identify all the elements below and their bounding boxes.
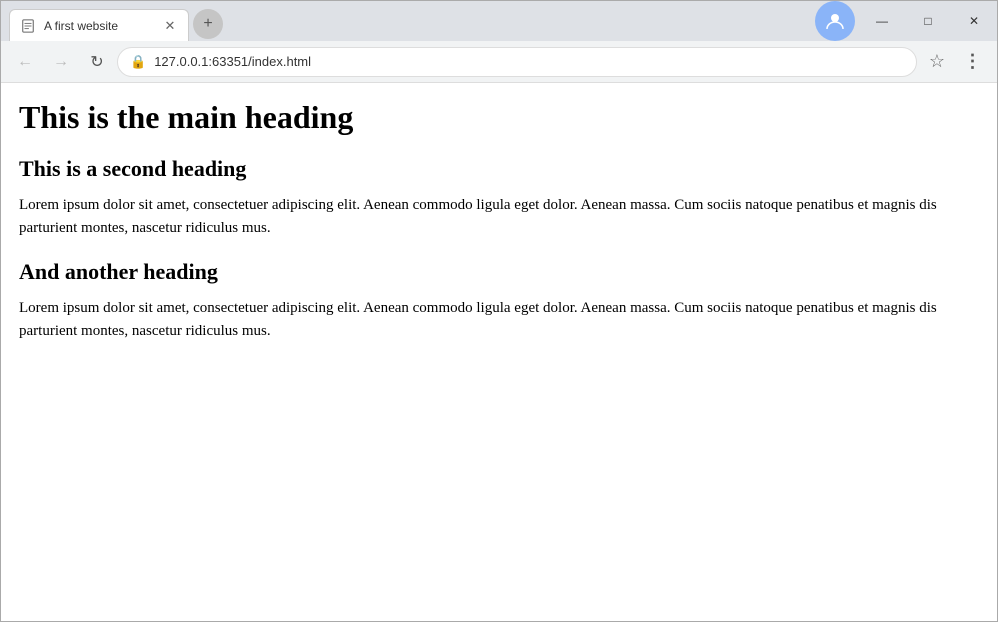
url-text: 127.0.0.1:63351/index.html (154, 54, 904, 69)
new-tab-button[interactable]: + (193, 9, 223, 39)
second-heading: This is a second heading (19, 156, 979, 182)
first-paragraph: Lorem ipsum dolor sit amet, consectetuer… (19, 194, 979, 239)
reload-button[interactable]: ↻ (81, 46, 113, 78)
back-button[interactable]: ← (9, 46, 41, 78)
tab-page-icon (20, 18, 36, 34)
second-paragraph: Lorem ipsum dolor sit amet, consectetuer… (19, 297, 979, 342)
new-tab-icon: + (203, 15, 212, 33)
menu-button[interactable]: ⋮ (957, 46, 989, 78)
page-content: This is the main heading This is a secon… (1, 83, 997, 621)
active-tab[interactable]: A first website ✕ (9, 9, 189, 41)
minimize-button[interactable]: — (859, 1, 905, 41)
tab-close-button[interactable]: ✕ (162, 18, 178, 34)
titlebar: A first website ✕ + — □ ✕ (1, 1, 997, 41)
profile-button[interactable] (815, 1, 855, 41)
browser-window: A first website ✕ + — □ ✕ (0, 0, 998, 622)
address-bar[interactable]: 🔒 127.0.0.1:63351/index.html (117, 47, 917, 77)
window-controls: — □ ✕ (815, 1, 997, 41)
forward-button[interactable]: → (45, 46, 77, 78)
bookmark-button[interactable]: ☆ (921, 46, 953, 78)
tab-title: A first website (44, 19, 154, 33)
lock-icon: 🔒 (130, 54, 146, 70)
main-heading: This is the main heading (19, 99, 979, 136)
addressbar: ← → ↻ 🔒 127.0.0.1:63351/index.html ☆ ⋮ (1, 41, 997, 83)
tab-area: A first website ✕ + (1, 1, 223, 41)
third-heading: And another heading (19, 259, 979, 285)
close-button[interactable]: ✕ (951, 1, 997, 41)
restore-button[interactable]: □ (905, 1, 951, 41)
